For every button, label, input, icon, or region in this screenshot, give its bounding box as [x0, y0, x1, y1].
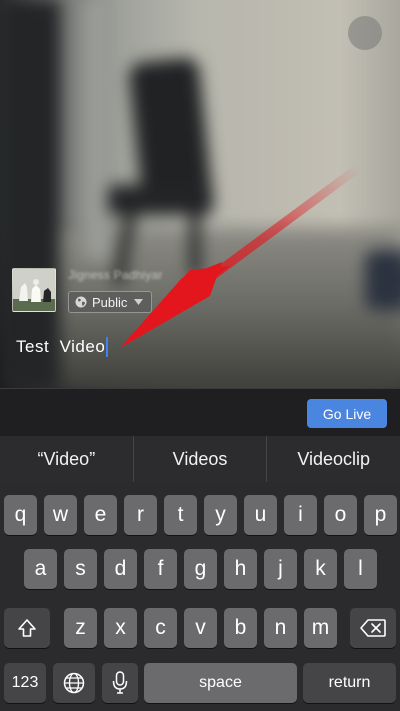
camera-status-indicator	[348, 16, 382, 50]
globe-key[interactable]	[53, 663, 95, 703]
dictation-key[interactable]	[102, 663, 138, 703]
keyboard: q w e r t y u i o p a s d f g h j k l z …	[0, 482, 400, 711]
avatar	[12, 268, 56, 312]
prediction-3[interactable]: Videoclip	[266, 436, 400, 482]
key-k[interactable]: k	[304, 549, 337, 589]
globe-icon	[63, 672, 85, 694]
key-b[interactable]: b	[224, 608, 257, 648]
key-f[interactable]: f	[144, 549, 177, 589]
key-o[interactable]: o	[324, 495, 357, 535]
key-h[interactable]: h	[224, 549, 257, 589]
delete-key[interactable]	[350, 608, 396, 648]
microphone-icon	[112, 671, 128, 694]
camera-preview	[0, 0, 400, 388]
chevron-down-icon	[134, 299, 144, 305]
key-s[interactable]: s	[64, 549, 97, 589]
caption-input[interactable]: Test Video	[16, 337, 109, 357]
key-r[interactable]: r	[124, 495, 157, 535]
go-live-button[interactable]: Go Live	[307, 399, 387, 428]
backspace-icon	[360, 619, 386, 637]
key-v[interactable]: v	[184, 608, 217, 648]
key-p[interactable]: p	[364, 495, 397, 535]
prediction-1[interactable]: “Video”	[0, 436, 133, 482]
key-y[interactable]: y	[204, 495, 237, 535]
globe-icon	[75, 296, 87, 308]
prediction-2[interactable]: Videos	[132, 436, 267, 482]
privacy-selector[interactable]: Public	[68, 291, 153, 313]
text-cursor	[106, 337, 109, 357]
numbers-key[interactable]: 123	[4, 663, 46, 703]
key-a[interactable]: a	[24, 549, 57, 589]
key-u[interactable]: u	[244, 495, 277, 535]
key-q[interactable]: q	[4, 495, 37, 535]
compose-toolbar: Go Live	[0, 388, 400, 437]
key-w[interactable]: w	[44, 495, 77, 535]
key-g[interactable]: g	[184, 549, 217, 589]
key-n[interactable]: n	[264, 608, 297, 648]
key-x[interactable]: x	[104, 608, 137, 648]
shift-key[interactable]	[4, 608, 50, 648]
return-key[interactable]: return	[303, 663, 396, 703]
key-e[interactable]: e	[84, 495, 117, 535]
caption-text: Test Video	[16, 337, 106, 356]
space-key[interactable]: space	[144, 663, 297, 703]
key-l[interactable]: l	[344, 549, 377, 589]
key-c[interactable]: c	[144, 608, 177, 648]
privacy-label: Public	[92, 294, 128, 310]
predictive-text-bar: “Video” Videos Videoclip	[0, 436, 400, 483]
key-d[interactable]: d	[104, 549, 137, 589]
key-m[interactable]: m	[304, 608, 337, 648]
key-t[interactable]: t	[164, 495, 197, 535]
key-i[interactable]: i	[284, 495, 317, 535]
key-j[interactable]: j	[264, 549, 297, 589]
username: Jigness Padhiyar	[68, 268, 163, 282]
shift-icon	[18, 619, 36, 637]
key-z[interactable]: z	[64, 608, 97, 648]
